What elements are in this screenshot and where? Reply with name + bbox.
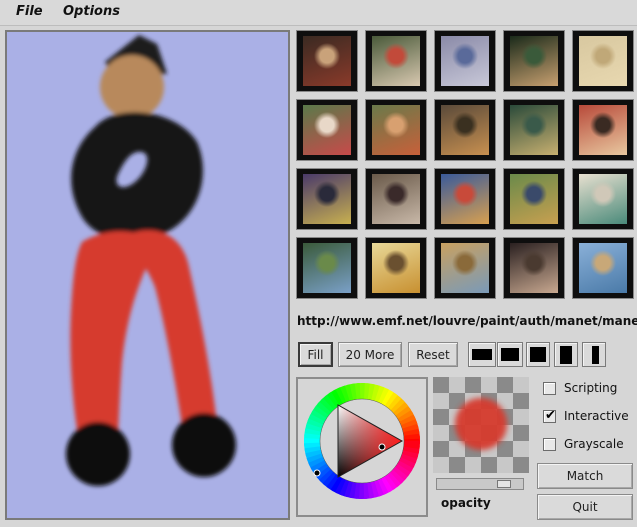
thumb-painting-11[interactable] <box>296 168 358 230</box>
thumb-painting-20[interactable] <box>572 237 634 299</box>
thumb-painting-15[interactable] <box>572 168 634 230</box>
opacity-slider-thumb[interactable] <box>497 480 511 488</box>
scripting-checkbox[interactable] <box>543 382 556 395</box>
thumb-painting-16[interactable] <box>296 237 358 299</box>
thumbnail-image <box>579 243 627 293</box>
twenty-more-button[interactable]: 20 More <box>338 342 402 367</box>
figure-left-foot <box>66 422 130 486</box>
thumb-painting-7[interactable] <box>365 99 427 161</box>
brush-shape-wide-button[interactable] <box>468 342 496 367</box>
interactive-label: Interactive <box>564 409 629 423</box>
opacity-slider[interactable] <box>436 478 524 490</box>
thumb-painting-1[interactable] <box>296 30 358 92</box>
thumbnail-image <box>303 243 351 293</box>
thumb-painting-10[interactable] <box>572 99 634 161</box>
match-button[interactable]: Match <box>537 463 633 489</box>
quit-button[interactable]: Quit <box>537 494 633 520</box>
interactive-checkbox[interactable]: ✔ <box>543 408 556 423</box>
thumb-painting-8[interactable] <box>434 99 496 161</box>
brush-shape-square-button[interactable] <box>526 342 550 367</box>
thumb-painting-19[interactable] <box>503 237 565 299</box>
thumbnail-image <box>441 174 489 224</box>
thumb-painting-14[interactable] <box>503 168 565 230</box>
thumbnail-image <box>372 36 420 86</box>
thumbnail-image <box>441 105 489 155</box>
thumbnail-image <box>510 174 558 224</box>
thumbnail-image <box>303 174 351 224</box>
menu-options[interactable]: Options <box>63 4 120 19</box>
brush-color-swatch <box>455 398 507 450</box>
thumbnail-image <box>372 174 420 224</box>
thumbnail-image <box>303 36 351 86</box>
thumb-painting-3[interactable] <box>434 30 496 92</box>
thumb-painting-9[interactable] <box>503 99 565 161</box>
color-selector-marker <box>378 443 386 451</box>
brush-shape-thin-button[interactable] <box>582 342 606 367</box>
thumb-painting-5[interactable] <box>572 30 634 92</box>
color-wheel-panel <box>296 377 428 517</box>
scripting-label: Scripting <box>564 381 618 395</box>
thumbnail-image <box>510 243 558 293</box>
thumbnail-image <box>372 105 420 155</box>
thumbnail-image <box>441 36 489 86</box>
thumbnail-image <box>303 105 351 155</box>
thumbnail-image <box>441 243 489 293</box>
thumbnail-image <box>510 105 558 155</box>
thumb-painting-18[interactable] <box>434 237 496 299</box>
thumb-painting-12[interactable] <box>365 168 427 230</box>
thumb-painting-13[interactable] <box>434 168 496 230</box>
grayscale-checkbox[interactable] <box>543 438 556 451</box>
thumb-painting-17[interactable] <box>365 237 427 299</box>
thumb-painting-2[interactable] <box>365 30 427 92</box>
figure-head <box>100 55 164 119</box>
thumbnail-image <box>372 243 420 293</box>
thumbnail-image <box>579 105 627 155</box>
reset-button[interactable]: Reset <box>408 342 458 367</box>
opacity-label: opacity <box>441 496 491 510</box>
brush-preview <box>433 377 529 473</box>
painting-url: http://www.emf.net/louvre/paint/auth/man… <box>297 314 637 328</box>
painting-thumbnail-grid <box>296 30 637 304</box>
grayscale-label: Grayscale <box>564 437 624 451</box>
drawing-canvas[interactable] <box>5 30 290 520</box>
hue-selector-marker <box>313 469 321 477</box>
menu-file[interactable]: File <box>16 4 43 19</box>
figure-right-foot <box>172 413 236 477</box>
thumbnail-image <box>510 36 558 86</box>
brush-shape-medium-button[interactable] <box>497 342 523 367</box>
brush-shape-tall-button[interactable] <box>554 342 578 367</box>
fill-button[interactable]: Fill <box>298 342 333 367</box>
menu-bar: File Options <box>0 0 637 26</box>
thumb-painting-6[interactable] <box>296 99 358 161</box>
thumbnail-image <box>579 174 627 224</box>
saturation-value-triangle[interactable] <box>337 404 404 478</box>
thumbnail-image <box>579 36 627 86</box>
figure-torso <box>71 112 203 241</box>
thumb-painting-4[interactable] <box>503 30 565 92</box>
